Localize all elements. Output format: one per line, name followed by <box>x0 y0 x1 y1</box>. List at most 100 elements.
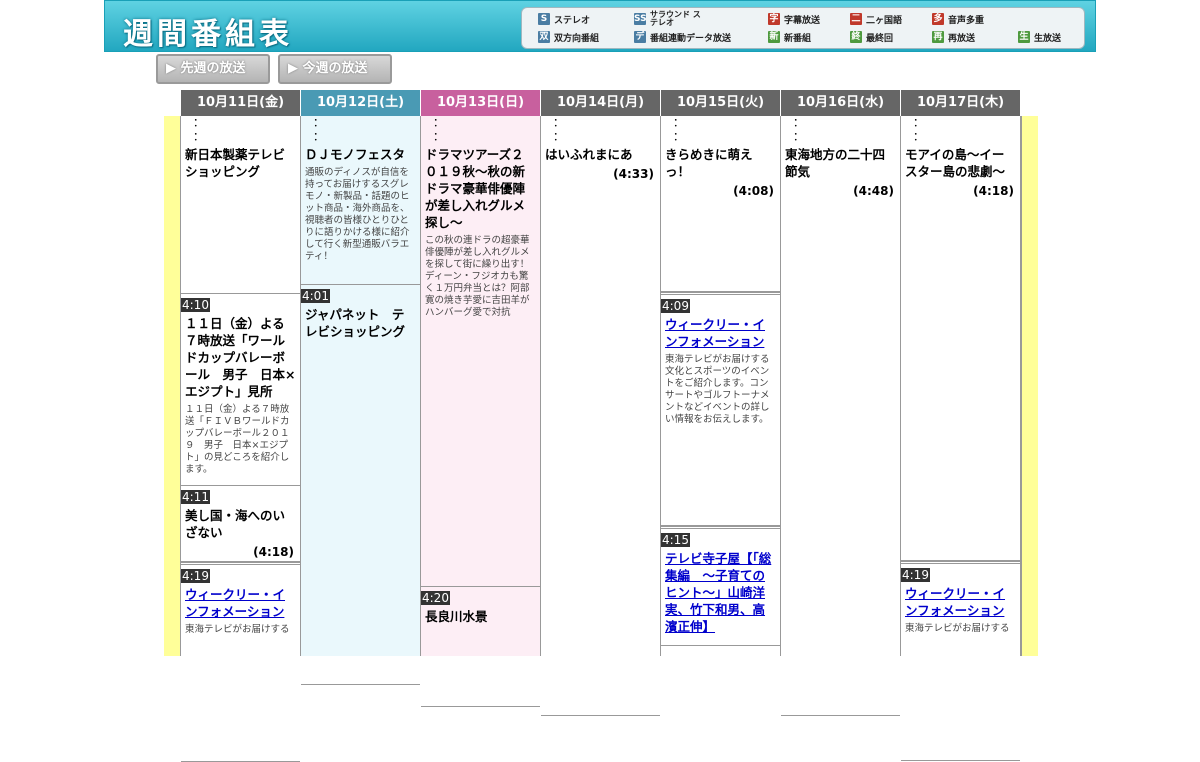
time-side-bar-left <box>164 116 181 656</box>
legend-symbol-icon: デ <box>634 31 646 43</box>
program-title: ドラマツアーズ２０１９秋～秋の新ドラマ豪華俳優陣が差し入れグルメ探し～ <box>425 147 526 230</box>
legend-item: SS サラウンド ステレオ <box>634 11 702 27</box>
legend-symbol-icon: 終 <box>850 31 862 43</box>
legend-symbol-icon: S <box>538 13 550 25</box>
program-cell: ：： ＤＪモノフェスタ通販のディノスが自信を持ってお届けするスグレモノ・新製品・話… <box>301 116 420 285</box>
legend-symbol-icon: 新 <box>768 31 780 43</box>
program-cell: ：： きらめきに萌えっ！ (4:08) <box>661 116 780 292</box>
legend-item: 多音声多重 <box>932 11 984 27</box>
program-title-link[interactable]: テレビ寺子屋【「総集編 ～子育てのヒント～」山崎洋実、竹下和男、高濱正伸】 <box>661 548 780 635</box>
legend-item: 字字幕放送 <box>768 11 820 27</box>
legend-label: サラウンド ステレオ <box>650 10 701 27</box>
program-description: 東海テレビがお届けする文化とスポーツのイベントをご紹介します。コンサートやゴルフ… <box>665 354 770 425</box>
program-cell: ：： はいふれまにあ (4:33) <box>541 116 660 716</box>
day-column: ：： 東海地方の二十四節気 (4:48) <box>781 116 901 716</box>
program-cell: ：： モアイの島～イースター島の悲劇～ (4:18) <box>901 116 1020 561</box>
day-header: 10月16日(水) <box>781 90 901 116</box>
program-title: 美し国・海へのいざない <box>185 508 286 540</box>
legend-symbol-icon: 多 <box>932 13 944 25</box>
program-cell: 4:10 １１日（金）よる７時放送「ワールドカップバレーボール 男子 日本×エジプ… <box>181 294 300 486</box>
legend-item: デ番組連動データ放送 <box>634 29 731 45</box>
program-cell: 4:19 ウィークリー・インフォメーション東海テレビがお届けする <box>181 562 300 762</box>
program-start-time: 4:09 <box>661 299 690 313</box>
program-cell: 4:09 ウィークリー・インフォメーション東海テレビがお届けする文化とスポーツのイ… <box>661 292 780 526</box>
continued-marker: ： <box>793 116 804 129</box>
legend-label: 双方向番組 <box>554 33 600 44</box>
program-start-time: 4:01 <box>301 289 330 303</box>
legend-label: 字幕放送 <box>784 15 821 26</box>
symbol-legend: S ステレオ SS サラウンド ステレオ 字字幕放送 二二ヶ国語 多音声多重双双方向番組 デ番… <box>521 7 1085 49</box>
legend-item: 終最終回 <box>850 29 893 45</box>
legend-item: 生生放送 <box>1018 29 1061 45</box>
continued-marker: ： <box>313 130 324 143</box>
program-start-time: 4:20 <box>421 591 450 605</box>
legend-symbol-icon: 二 <box>850 13 862 25</box>
program-title-link[interactable]: ウィークリー・インフォメーション <box>901 583 1020 619</box>
legend-item: S ステレオ <box>538 11 590 27</box>
legend-item: 再再放送 <box>932 29 975 45</box>
program-cell: ：： 東海地方の二十四節気 (4:48) <box>781 116 900 716</box>
program-title: きらめきに萌えっ！ <box>665 147 753 179</box>
program-cell: 4:01 ジャパネット テレビショッピング <box>301 285 420 685</box>
this-week-button[interactable]: ▶ 今週の放送 <box>278 54 392 84</box>
program-start-time: 4:10 <box>181 298 210 312</box>
continued-marker: ： <box>913 116 924 129</box>
program-title: はいふれまにあ <box>545 147 633 162</box>
program-description: この秋の連ドラの超豪華俳優陣が差し入れグルメを探して街に繰り出す！ディーン・フジ… <box>425 235 530 318</box>
continued-marker: ： <box>553 130 564 143</box>
program-end-time: (4:48) <box>853 184 894 198</box>
day-header: 10月15日(火) <box>661 90 781 116</box>
legend-label: 音声多重 <box>948 15 985 26</box>
legend-item: 新新番組 <box>768 29 811 45</box>
program-cell: 4:11 美し国・海へのいざない (4:18) <box>181 486 300 562</box>
schedule-grid: 10月11日(金)：：新日本製薬テレビショッピング 4:10 １１日（金）よる７時放… <box>164 90 1039 762</box>
program-cell: ：： ドラマツアーズ２０１９秋～秋の新ドラマ豪華俳優陣が差し入れグルメ探し～ この秋… <box>421 116 540 587</box>
day-header: 10月11日(金) <box>181 90 301 116</box>
day-column: ：： ドラマツアーズ２０１９秋～秋の新ドラマ豪華俳優陣が差し入れグルメ探し～ この秋… <box>421 116 541 707</box>
program-description: 通販のディノスが自信を持ってお届けするスグレモノ・新製品・話題のヒット商品・海外… <box>305 167 410 262</box>
continued-marker: ： <box>193 116 204 129</box>
program-title-link[interactable]: ウィークリー・インフォメーション <box>661 314 780 350</box>
continued-marker: ： <box>433 130 444 143</box>
continued-marker: ： <box>313 116 324 129</box>
program-end-time: (4:18) <box>253 545 294 559</box>
legend-item: 二二ヶ国語 <box>850 11 902 27</box>
legend-label: 再放送 <box>948 33 976 44</box>
page-title: 週間番組表 <box>123 17 293 52</box>
program-description: 東海テレビがお届けする <box>185 624 290 635</box>
program-cell: 4:20 長良川水景 <box>421 587 540 707</box>
continued-marker: ： <box>913 130 924 143</box>
program-end-time: (4:18) <box>973 184 1014 198</box>
program-start-time: 4:11 <box>181 490 210 504</box>
legend-label: 二ヶ国語 <box>866 15 903 26</box>
legend-label: 番組連動データ放送 <box>650 33 732 44</box>
program-description: １１日（金）よる７時放送「ＦＩＶＢワールドカップバレーボール２０１９ 男子 日本… <box>185 404 290 475</box>
legend-label: ステレオ <box>554 15 591 26</box>
day-header: 10月13日(日) <box>421 90 541 116</box>
legend-symbol-icon: SS <box>634 13 647 25</box>
program-title-link[interactable]: ウィークリー・インフォメーション <box>181 584 300 620</box>
program-title: モアイの島～イースター島の悲劇～ <box>905 147 1006 179</box>
prev-week-button[interactable]: ▶ 先週の放送 <box>156 54 270 84</box>
continued-marker: ： <box>673 116 684 129</box>
legend-symbol-icon: 再 <box>932 31 944 43</box>
program-start-time: 4:19 <box>901 568 930 582</box>
continued-marker: ： <box>793 130 804 143</box>
program-start-time: 4:15 <box>661 533 690 547</box>
program-title: 新日本製薬テレビショッピング <box>185 147 286 179</box>
program-description: 東海テレビがお届けする <box>905 623 1010 634</box>
day-header: 10月14日(月) <box>541 90 661 116</box>
day-column: ：： モアイの島～イースター島の悲劇～ (4:18) 4:19 ウィークリー・インフォメ… <box>901 116 1021 761</box>
day-header: 10月17日(木) <box>901 90 1021 116</box>
legend-label: 新番組 <box>784 33 812 44</box>
day-column: ：： はいふれまにあ (4:33) <box>541 116 661 716</box>
continued-marker: ： <box>193 130 204 143</box>
program-end-time: (4:33) <box>613 167 654 181</box>
time-side-bar-right <box>1021 116 1038 656</box>
legend-symbol-icon: 生 <box>1018 31 1030 43</box>
legend-label: 最終回 <box>866 33 894 44</box>
program-title: ＤＪモノフェスタ <box>305 147 406 162</box>
program-title: １１日（金）よる７時放送「ワールドカップバレーボール 男子 日本×エジプト」見所 <box>185 316 296 399</box>
program-start-time: 4:19 <box>181 569 210 583</box>
program-title: 東海地方の二十四節気 <box>785 147 886 179</box>
